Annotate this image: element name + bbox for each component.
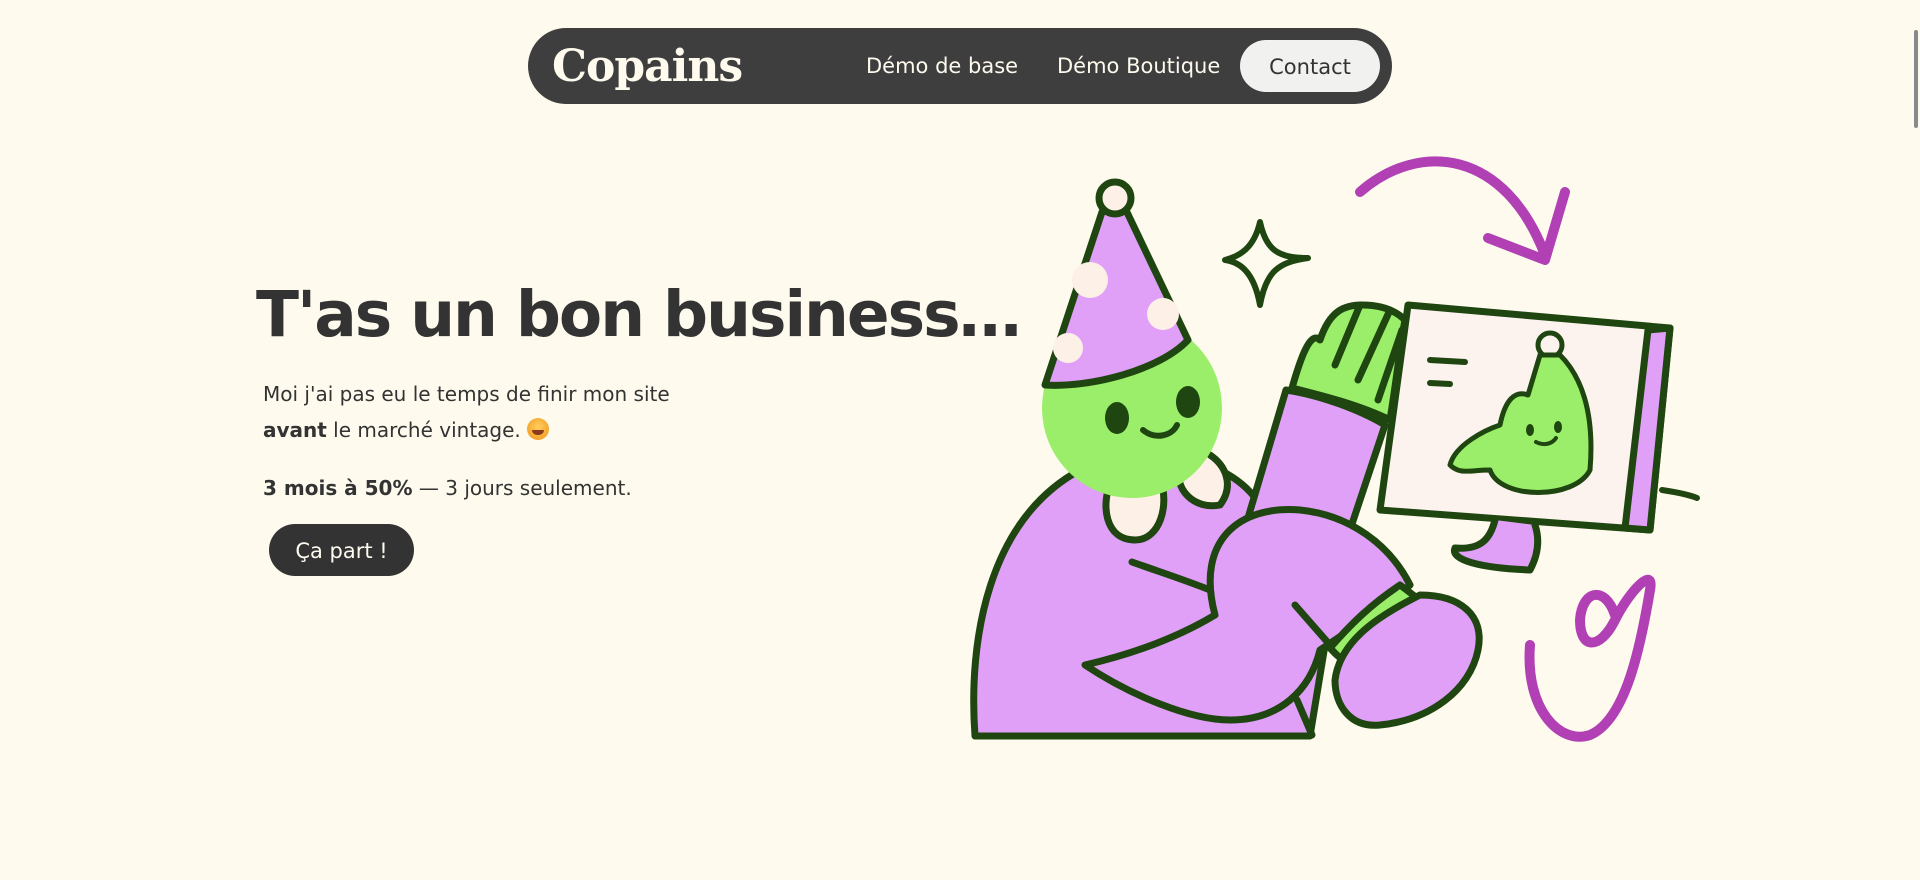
hero-description-line2: le marché vintage. bbox=[326, 418, 521, 442]
sparkle-icon bbox=[1222, 219, 1311, 308]
scrollbar-thumb[interactable] bbox=[1914, 30, 1918, 128]
hero-offer: 3 mois à 50% — 3 jours seulement. bbox=[263, 470, 632, 506]
hero-title: T'as un bon business… bbox=[256, 278, 1022, 351]
top-navigation: Copains Démo de base Démo Boutique Conta… bbox=[528, 28, 1392, 104]
curved-arrow-icon bbox=[1355, 156, 1570, 265]
copains-logo[interactable]: Copains bbox=[552, 36, 743, 96]
party-character-illustration bbox=[970, 156, 1700, 742]
hero-description-line1: Moi j'ai pas eu le temps de finir mon si… bbox=[263, 382, 670, 406]
hero-description: Moi j'ai pas eu le temps de finir mon si… bbox=[263, 376, 670, 448]
contact-button[interactable]: Contact bbox=[1240, 40, 1380, 92]
cta-button[interactable]: Ça part ! bbox=[269, 524, 414, 576]
nav-link-demo-boutique[interactable]: Démo Boutique bbox=[1057, 46, 1220, 86]
nav-link-demo-de-base[interactable]: Démo de base bbox=[866, 46, 1018, 86]
sweat-smile-emoji-icon bbox=[526, 418, 549, 440]
squiggle-icon bbox=[1524, 574, 1656, 742]
hero-offer-bold: 3 mois à 50% bbox=[263, 476, 413, 500]
hero-description-bold: avant bbox=[263, 418, 327, 442]
hero-offer-rest: — 3 jours seulement. bbox=[412, 476, 632, 500]
